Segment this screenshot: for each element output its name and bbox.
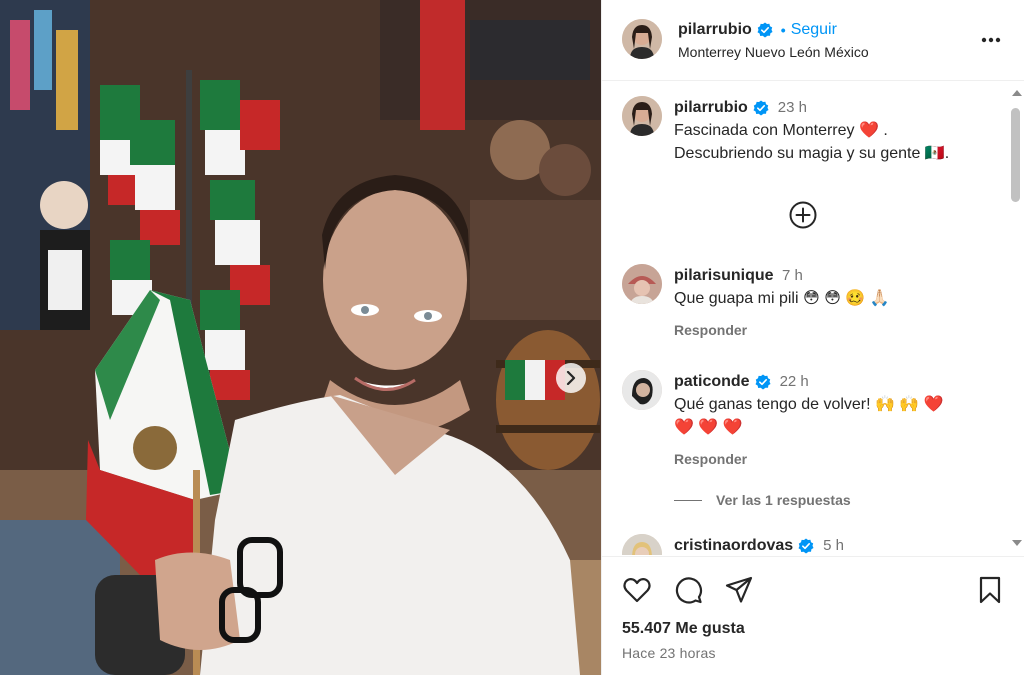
more-options-icon <box>981 37 1001 43</box>
commenter-avatar[interactable] <box>622 534 662 555</box>
scroll-thumb[interactable] <box>1011 108 1020 202</box>
reply-button[interactable]: Responder <box>674 322 747 338</box>
bookmark-icon[interactable] <box>975 575 1005 605</box>
caption-line-1: Fascinada con Monterrey ❤️ . <box>674 119 994 142</box>
comment-item: pilarisunique 7 h Que guapa mi pili 😳 😳 … <box>602 264 1008 344</box>
author-avatar[interactable] <box>622 19 662 59</box>
comment-username[interactable]: paticonde <box>674 370 750 393</box>
plus-circle-icon[interactable] <box>788 200 818 230</box>
commenter-avatar[interactable] <box>622 264 662 304</box>
post-image-scene <box>0 0 601 675</box>
view-replies-label: Ver las 1 respuestas <box>716 492 851 508</box>
comment-username[interactable]: pilarisunique <box>674 267 774 284</box>
comment-text-line-2: ❤️ ❤️ ❤️ <box>674 419 743 436</box>
author-username[interactable]: pilarrubio <box>678 21 752 39</box>
caption-time[interactable]: 23 h <box>778 96 807 119</box>
post-header: pilarrubio • Seguir Monterrey Nuevo León… <box>602 0 1024 81</box>
caption-username[interactable]: pilarrubio <box>674 96 748 119</box>
comment-time[interactable]: 5 h <box>823 534 844 555</box>
comment-text-main: Qué ganas tengo de volver! 🙌 🙌 <box>674 396 920 413</box>
reply-button[interactable]: Responder <box>674 451 747 467</box>
separator-dot: • <box>780 22 786 38</box>
verified-badge-icon <box>798 538 814 553</box>
likes-count[interactable]: 55.407 Me gusta <box>622 620 745 638</box>
more-options-button[interactable] <box>979 28 1003 52</box>
comment-item: paticonde 22 h Qué ganas tengo de volver… <box>602 370 1008 470</box>
caption-period: . <box>883 122 888 139</box>
next-photo-button[interactable] <box>556 363 586 393</box>
verified-badge-icon <box>757 22 773 38</box>
caption-line-2: Descubriendo su magia y su gente 🇲🇽. <box>674 145 950 162</box>
heart-emoji: ❤️ <box>923 396 944 413</box>
comment-item: cristinaordovas 5 h <box>602 534 1008 555</box>
comment-text: Que guapa mi pili 😳 😳 🥴 🙏🏻 <box>674 290 890 307</box>
verified-badge-icon <box>753 100 769 115</box>
comment-text: Qué ganas tengo de volver! 🙌 🙌 ❤️ <box>674 393 994 416</box>
post-location[interactable]: Monterrey Nuevo León México <box>678 44 869 60</box>
paper-plane-icon[interactable] <box>724 575 754 605</box>
heart-emoji: ❤️ <box>858 122 879 139</box>
post-caption: pilarrubio 23 h Fascinada con Monterrey … <box>602 96 1008 186</box>
caption-header: pilarrubio 23 h <box>674 96 994 119</box>
scroll-down-arrow[interactable] <box>1012 540 1022 546</box>
author-line: pilarrubio • Seguir <box>678 21 837 39</box>
view-replies-button[interactable]: Ver las 1 respuestas <box>674 492 851 508</box>
comments-scrollbar[interactable] <box>1008 82 1024 555</box>
comments-list: pilarrubio 23 h Fascinada con Monterrey … <box>602 82 1024 555</box>
heart-outline-icon[interactable] <box>622 575 652 605</box>
comment-bubble-icon[interactable] <box>673 575 703 605</box>
post-timestamp[interactable]: Hace 23 horas <box>622 645 716 661</box>
replies-divider <box>674 499 702 501</box>
caption-author-avatar[interactable] <box>622 96 662 136</box>
comment-time[interactable]: 7 h <box>782 267 803 284</box>
follow-button[interactable]: Seguir <box>791 21 837 39</box>
comment-username[interactable]: cristinaordovas <box>674 534 793 555</box>
chevron-right-icon <box>566 371 576 385</box>
scroll-up-arrow[interactable] <box>1012 90 1022 96</box>
post-photo <box>0 0 601 675</box>
commenter-avatar[interactable] <box>622 370 662 410</box>
caption-text-1: Fascinada con Monterrey <box>674 122 855 139</box>
comment-time[interactable]: 22 h <box>780 370 809 393</box>
verified-badge-icon <box>755 374 771 389</box>
post-actions: 55.407 Me gusta Hace 23 horas <box>602 556 1024 675</box>
post-side-panel: pilarrubio • Seguir Monterrey Nuevo León… <box>601 0 1024 675</box>
